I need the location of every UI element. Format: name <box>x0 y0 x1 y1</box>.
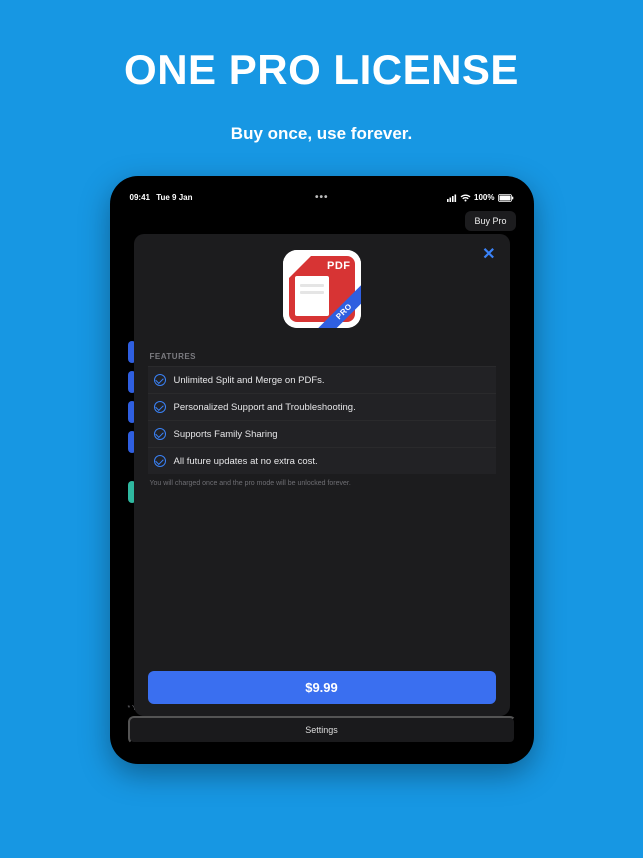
check-icon <box>154 428 166 440</box>
screen: 09:41 Tue 9 Jan ••• 100% Buy Pro <box>120 186 524 754</box>
feature-row: Unlimited Split and Merge on PDFs. <box>148 366 496 393</box>
status-multitask-icon: ••• <box>315 192 329 203</box>
feature-row: All future updates at no extra cost. <box>148 447 496 474</box>
feature-label: Supports Family Sharing <box>174 429 278 440</box>
pro-purchase-modal: ✕ PDF PRO FEATURES Unlimited Split and M… <box>134 234 510 716</box>
feature-row: Personalized Support and Troubleshooting… <box>148 393 496 420</box>
status-bar: 09:41 Tue 9 Jan ••• 100% <box>120 186 524 207</box>
status-left: 09:41 Tue 9 Jan <box>130 193 197 202</box>
check-icon <box>154 401 166 413</box>
tablet-frame: 09:41 Tue 9 Jan ••• 100% Buy Pro <box>110 176 534 764</box>
close-button[interactable]: ✕ <box>478 242 499 266</box>
battery-pct: 100% <box>474 193 494 202</box>
status-time: 09:41 <box>130 193 150 202</box>
wifi-icon <box>460 194 471 202</box>
status-right: 100% <box>447 193 513 202</box>
check-icon <box>154 455 166 467</box>
hero-title: ONE PRO LICENSE <box>124 46 519 94</box>
app-icon-wrap: PDF PRO <box>148 250 496 328</box>
close-icon: ✕ <box>482 246 495 263</box>
signal-icon <box>447 194 457 202</box>
feature-label: All future updates at no extra cost. <box>174 456 318 467</box>
settings-button[interactable]: Settings <box>128 716 516 744</box>
purchase-button[interactable]: $9.99 <box>148 671 496 704</box>
features-header: FEATURES <box>150 352 496 361</box>
hero-subtitle: Buy once, use forever. <box>231 124 412 144</box>
battery-icon <box>498 194 514 202</box>
check-icon <box>154 374 166 386</box>
app-icon-pdf-label: PDF <box>327 260 351 272</box>
feature-row: Supports Family Sharing <box>148 420 496 447</box>
fine-print: You will charged once and the pro mode w… <box>150 480 494 487</box>
feature-label: Personalized Support and Troubleshooting… <box>174 402 356 413</box>
nav-bar: Buy Pro <box>120 207 524 237</box>
feature-label: Unlimited Split and Merge on PDFs. <box>174 375 325 386</box>
status-date: Tue 9 Jan <box>156 193 192 202</box>
app-icon: PDF PRO <box>283 250 361 328</box>
buy-pro-button[interactable]: Buy Pro <box>465 211 515 231</box>
